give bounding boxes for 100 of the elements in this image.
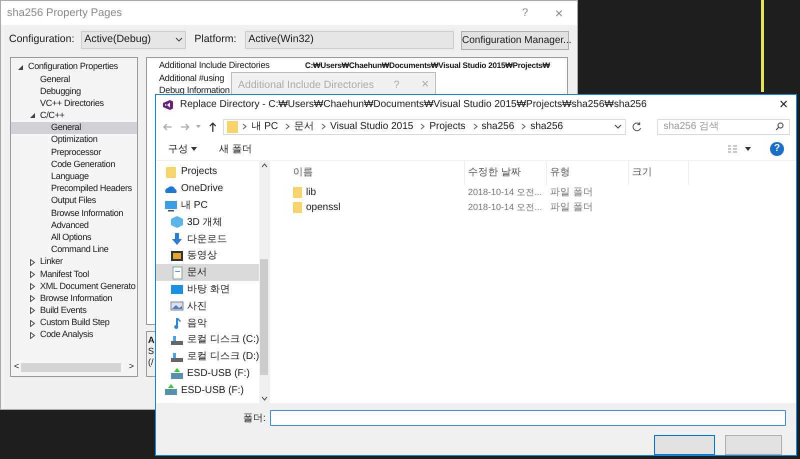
folder-label: 폴더: (243, 412, 266, 426)
scrollbar-thumb[interactable] (260, 258, 268, 375)
expanded-triangle-icon[interactable] (29, 112, 36, 120)
new-folder-button[interactable]: 새 폴더 (219, 142, 252, 157)
nav-item[interactable]: 바탕 화면 (156, 281, 260, 298)
view-options-icon[interactable] (728, 145, 752, 154)
organize-menu[interactable]: 구성 (168, 142, 197, 157)
close-button[interactable]: × (779, 98, 788, 112)
nav-item[interactable]: 로컬 디스크 (D:) (156, 348, 260, 366)
dropdown-caret-icon[interactable] (175, 37, 184, 43)
film-icon (170, 248, 184, 263)
tree-item[interactable]: Output Files (11, 195, 137, 208)
breadcrumb-item[interactable]: Projects (429, 119, 466, 134)
folder-icon (293, 187, 302, 198)
column-header[interactable]: 이름 (290, 160, 465, 185)
help-button[interactable]: ? (770, 142, 784, 156)
nav-item[interactable]: ESD-USB (F:) (156, 365, 260, 382)
configuration-manager-button[interactable]: Configuration Manager... (461, 30, 569, 50)
scroll-up-icon[interactable] (260, 162, 268, 168)
platform-dropdown[interactable]: Active(Win32) (245, 31, 454, 49)
address-bar[interactable]: 내 PC 문서 Visual Studio 2015 Projects sha256 sha256 (223, 118, 626, 135)
tree-item[interactable]: C/C++ (11, 110, 137, 122)
scroll-down-icon[interactable] (260, 396, 268, 401)
breadcrumb-item[interactable]: sha256 (482, 119, 514, 134)
scrollbar-thumb[interactable] (21, 362, 121, 372)
folder-icon (164, 164, 178, 179)
description-text: (/ (148, 357, 154, 368)
breadcrumb-item[interactable]: 문서 (294, 119, 314, 134)
dialog-title: Replace Directory - C:₩Users₩Chaehun₩Documents₩Visual Studio 2015₩Projects₩sha256₩sha256 (180, 98, 648, 112)
tree-item[interactable]: Linker (11, 256, 137, 268)
app-logo-icon (162, 98, 174, 111)
configuration-label: Configuration: (9, 32, 74, 48)
cube-icon (170, 215, 184, 230)
tree-item[interactable]: Code Analysis (11, 329, 137, 342)
nav-item[interactable]: 내 PC (156, 197, 260, 214)
nav-item[interactable]: ESD-USB (F:) (156, 382, 260, 399)
nav-item[interactable]: 사진 (156, 298, 260, 315)
caret-icon (191, 147, 197, 152)
folder-input[interactable] (270, 410, 786, 426)
tree-item[interactable]: Custom Build Step (11, 316, 137, 330)
tree-item[interactable]: Configuration Properties (11, 61, 137, 74)
chevron-icon (285, 123, 290, 130)
scroll-left-button[interactable]: < (14, 360, 20, 374)
file-name[interactable]: openssl (306, 200, 340, 216)
usb-drive-icon (164, 383, 178, 398)
tree-item[interactable]: Preprocessor (11, 146, 137, 158)
tree-item[interactable]: Build Events (11, 304, 137, 317)
modified-date: 2018-10-14 오전... (467, 186, 544, 199)
nav-item[interactable]: OneDrive (156, 180, 260, 198)
expanded-triangle-icon[interactable] (17, 64, 24, 71)
breadcrumb-item[interactable]: 내 PC (251, 119, 278, 134)
nav-item[interactable]: 문서 (156, 264, 260, 282)
help-button[interactable]: ? (515, 4, 535, 22)
scroll-right-button[interactable]: > (128, 360, 134, 374)
nav-item[interactable]: 로컬 디스크 (C:) (156, 332, 260, 348)
nav-item[interactable]: 3D 개체 (156, 214, 260, 231)
chevron-icon (420, 123, 426, 130)
breadcrumb-item[interactable]: sha256 (530, 119, 564, 134)
tree-item[interactable]: VC++ Directories (11, 98, 137, 110)
tree-item[interactable]: Debugging (11, 85, 137, 98)
configuration-dropdown[interactable]: Active(Debug) (81, 31, 186, 49)
breadcrumb-item[interactable]: Visual Studio 2015 (330, 119, 414, 134)
property-name[interactable]: Additional Include Directories (147, 59, 305, 73)
tree-item[interactable]: Code Generation (11, 158, 137, 171)
tree-item[interactable]: Optimization (11, 134, 137, 146)
nav-item[interactable]: 동영상 (156, 248, 260, 264)
close-button[interactable]: × (549, 2, 569, 24)
tree-item[interactable]: General (11, 122, 137, 134)
dialog-title: Additional Include Directories (238, 78, 375, 93)
column-header[interactable]: 유형 (547, 160, 629, 185)
download-arrow-icon (170, 232, 184, 246)
refresh-icon[interactable] (630, 120, 642, 133)
select-folder-button[interactable] (654, 435, 715, 455)
column-header[interactable]: 수정한 날짜 (465, 160, 547, 185)
property-value[interactable]: C:₩Users₩Chaehun₩Documents₩Visual Studio 2015₩Projects₩ (305, 60, 550, 72)
folder-icon (293, 202, 302, 214)
tree-item[interactable]: Precompiled Headers (11, 182, 137, 196)
tree-item[interactable]: Language (11, 170, 137, 183)
nav-item[interactable]: Projects (156, 164, 260, 180)
chevron-icon (521, 123, 526, 130)
tree-item[interactable]: All Options (11, 232, 137, 244)
tree-item[interactable]: Browse Information (11, 207, 137, 220)
up-arrow-icon[interactable] (206, 120, 218, 133)
usb-drive-icon (170, 366, 184, 381)
modified-date: 2018-10-14 오전... (467, 200, 544, 214)
tree-item[interactable]: Manifest Tool (11, 268, 137, 280)
nav-item[interactable]: 음악 (156, 314, 260, 332)
desktop-icon (170, 282, 184, 297)
tree-item[interactable]: Command Line (11, 244, 137, 256)
column-header[interactable]: 크기 (629, 160, 689, 185)
tree-item[interactable]: Advanced (11, 219, 137, 232)
platform-label: Platform: (194, 32, 236, 48)
description-text: S (148, 346, 154, 357)
dropdown-caret-icon[interactable] (614, 124, 622, 130)
tree-item[interactable]: General (11, 73, 137, 86)
tree-item[interactable]: XML Document Generato (11, 280, 137, 293)
nav-item[interactable]: 다운로드 (156, 230, 260, 248)
chevron-icon (321, 123, 326, 130)
file-name[interactable]: lib (306, 185, 316, 200)
tree-item[interactable]: Browse Information (11, 292, 137, 305)
